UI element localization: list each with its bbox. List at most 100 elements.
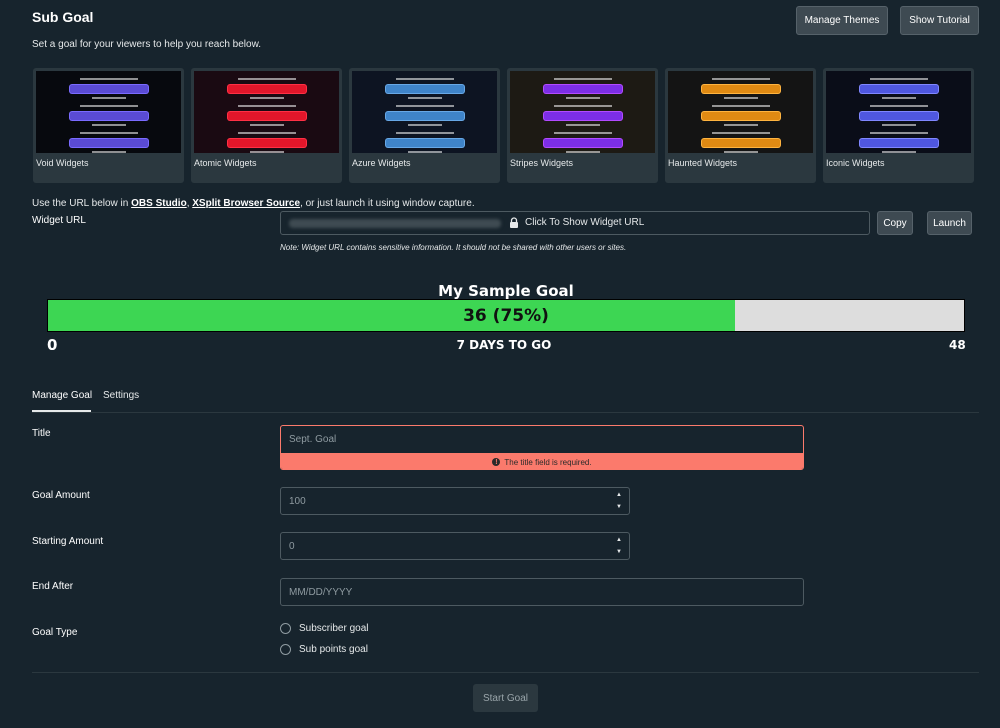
url-help-text: Use the URL below in OBS Studio, XSplit … (32, 198, 475, 209)
goal-amount-label: Goal Amount (32, 490, 90, 501)
chevron-down-icon[interactable]: ▼ (616, 549, 622, 555)
chevron-down-icon[interactable]: ▼ (616, 504, 622, 510)
title-field-group: Sept. Goal ! The title field is required… (280, 425, 804, 470)
title-error-message: ! The title field is required. (281, 453, 803, 469)
end-after-placeholder: MM/DD/YYYY (289, 586, 353, 598)
theme-label: Stripes Widgets (510, 158, 574, 168)
preview-caption (510, 105, 655, 108)
preview-caption (668, 151, 813, 153)
theme-label: Iconic Widgets (826, 158, 885, 168)
xsplit-link[interactable]: XSplit Browser Source (192, 198, 300, 209)
theme-card[interactable]: Iconic Widgets (823, 68, 974, 183)
preview-caption (826, 132, 971, 135)
form-divider (32, 672, 979, 673)
end-after-label: End After (32, 581, 74, 592)
goal-preview-title: My Sample Goal (438, 282, 574, 300)
preview-bar (228, 85, 306, 93)
preview-bar (702, 85, 780, 93)
radio-sub-points-goal[interactable]: Sub points goal (280, 644, 368, 655)
preview-caption (36, 132, 181, 135)
preview-caption (352, 151, 497, 153)
copy-button[interactable]: Copy (877, 211, 913, 235)
widget-url-field[interactable]: Click To Show Widget URL (280, 211, 870, 235)
title-label: Title (32, 428, 51, 439)
preview-bar (386, 85, 464, 93)
start-goal-button[interactable]: Start Goal (473, 684, 538, 712)
theme-preview-image (352, 71, 497, 153)
manage-themes-button[interactable]: Manage Themes (796, 6, 888, 35)
theme-label: Void Widgets (36, 158, 89, 168)
url-help-prefix: Use the URL below in (32, 198, 132, 209)
chevron-up-icon[interactable]: ▲ (616, 537, 622, 543)
starting-amount-stepper[interactable]: ▲ ▼ (615, 537, 623, 555)
title-input[interactable]: Sept. Goal (281, 426, 803, 453)
preview-caption (194, 132, 339, 135)
radio-subscriber-goal[interactable]: Subscriber goal (280, 623, 368, 634)
preview-caption (36, 124, 181, 127)
goal-amount-input[interactable]: 100 ▲ ▼ (280, 487, 630, 515)
preview-caption (36, 151, 181, 153)
page-subtitle: Set a goal for your viewers to help you … (32, 39, 262, 50)
goal-max-label: 48 (949, 338, 966, 352)
preview-bar (70, 85, 148, 93)
lock-icon (510, 217, 518, 228)
goal-type-label: Goal Type (32, 627, 78, 638)
preview-caption (668, 124, 813, 127)
theme-card[interactable]: Azure Widgets (349, 68, 500, 183)
theme-preview-image (668, 71, 813, 153)
preview-caption (668, 105, 813, 108)
widget-url-label: Widget URL (32, 215, 86, 226)
preview-caption (194, 151, 339, 153)
theme-label: Atomic Widgets (194, 158, 257, 168)
show-tutorial-button[interactable]: Show Tutorial (900, 6, 979, 35)
preview-caption (352, 97, 497, 100)
tab-settings[interactable]: Settings (103, 390, 139, 401)
preview-caption (352, 78, 497, 81)
starting-amount-input[interactable]: 0 ▲ ▼ (280, 532, 630, 560)
chevron-up-icon[interactable]: ▲ (616, 492, 622, 498)
preview-caption (510, 132, 655, 135)
theme-card[interactable]: Atomic Widgets (191, 68, 342, 183)
show-url-toggle[interactable]: Click To Show Widget URL (509, 217, 644, 228)
radio-button[interactable] (280, 623, 291, 634)
preview-caption (510, 151, 655, 153)
theme-preview-image (510, 71, 655, 153)
error-icon: ! (492, 458, 501, 466)
starting-amount-label: Starting Amount (32, 536, 104, 547)
show-url-text: Click To Show Widget URL (525, 217, 645, 228)
preview-bar (228, 112, 306, 120)
obs-studio-link[interactable]: OBS Studio (131, 198, 187, 209)
preview-bar (228, 139, 306, 147)
preview-caption (510, 124, 655, 127)
end-after-date-input[interactable]: MM/DD/YYYY (280, 578, 804, 606)
tab-manage-goal[interactable]: Manage Goal (32, 390, 92, 401)
theme-preview-image (826, 71, 971, 153)
preview-bar (544, 139, 622, 147)
starting-amount-placeholder: 0 (289, 540, 295, 552)
theme-card[interactable]: Stripes Widgets (507, 68, 658, 183)
theme-preview-image (36, 71, 181, 153)
preview-caption (352, 105, 497, 108)
preview-caption (36, 105, 181, 108)
preview-bar (702, 139, 780, 147)
launch-button[interactable]: Launch (927, 211, 972, 235)
preview-caption (668, 78, 813, 81)
preview-caption (668, 97, 813, 100)
preview-bar (860, 112, 938, 120)
preview-caption (510, 97, 655, 100)
theme-card[interactable]: Haunted Widgets (665, 68, 816, 183)
preview-bar (544, 112, 622, 120)
preview-caption (194, 105, 339, 108)
theme-card[interactable]: Void Widgets (33, 68, 184, 183)
tabs-divider (32, 412, 979, 413)
goal-time-left: 7 DAYS TO GO (456, 338, 552, 352)
preview-caption (826, 105, 971, 108)
preview-caption (510, 78, 655, 81)
preview-caption (826, 78, 971, 81)
preview-bar (70, 112, 148, 120)
goal-progress-bar: 36 (75%) (47, 299, 965, 332)
radio-label: Sub points goal (299, 644, 368, 655)
goal-amount-stepper[interactable]: ▲ ▼ (615, 492, 623, 510)
radio-button[interactable] (280, 644, 291, 655)
theme-label: Azure Widgets (352, 158, 411, 168)
